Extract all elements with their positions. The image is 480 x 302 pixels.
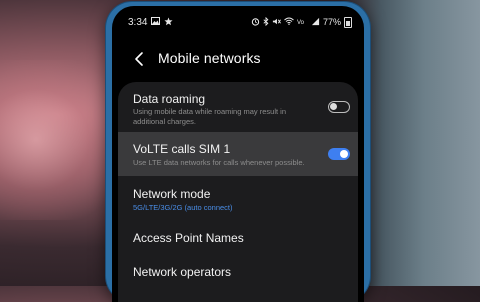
image-icon xyxy=(151,17,161,27)
toggle-knob xyxy=(340,150,348,158)
wifi-icon xyxy=(284,17,294,27)
background-blur-left xyxy=(0,60,120,220)
battery-percent: 77% xyxy=(322,17,341,27)
phone-side-button xyxy=(366,66,369,126)
data-roaming-description: Using mobile data while roaming may resu… xyxy=(133,107,286,126)
data-roaming-row[interactable]: Data roaming Using mobile data while roa… xyxy=(118,82,358,132)
volte-calls-label: VoLTE calls SIM 1 xyxy=(133,142,231,156)
app-header: Mobile networks xyxy=(112,44,364,74)
data-roaming-toggle[interactable] xyxy=(328,101,350,113)
data-roaming-label: Data roaming xyxy=(133,92,206,106)
signal-icon xyxy=(311,17,320,28)
network-mode-row[interactable]: Network mode 5G/LTE/3G/2G (auto connect) xyxy=(118,176,358,220)
status-time: 3:34 xyxy=(128,16,148,28)
battery-icon xyxy=(344,16,352,28)
phone-frame: 3:34 Vo 77% Mobile networks Data roaming… xyxy=(106,2,370,302)
alarm-icon xyxy=(251,17,260,28)
back-arrow-icon[interactable] xyxy=(132,50,148,68)
bluetooth-icon xyxy=(263,16,269,28)
star-icon xyxy=(164,16,174,28)
network-mode-label: Network mode xyxy=(133,187,211,201)
page-title: Mobile networks xyxy=(158,50,261,66)
settings-list: Data roaming Using mobile data while roa… xyxy=(118,82,358,302)
mute-icon xyxy=(272,17,281,28)
phone-screen: 3:34 Vo 77% Mobile networks Data roaming… xyxy=(112,6,364,302)
access-point-names-row[interactable]: Access Point Names xyxy=(118,220,358,254)
svg-text:Vo: Vo xyxy=(297,20,305,25)
network-operators-row[interactable]: Network operators xyxy=(118,254,358,288)
access-point-names-label: Access Point Names xyxy=(133,231,244,245)
status-bar: 3:34 Vo 77% xyxy=(112,14,364,30)
volte-icon: Vo xyxy=(297,17,308,27)
volte-calls-row[interactable]: VoLTE calls SIM 1 Use LTE data networks … xyxy=(118,132,358,176)
network-operators-label: Network operators xyxy=(133,265,232,279)
volte-calls-description: Use LTE data networks for calls whenever… xyxy=(133,158,305,167)
volte-calls-toggle[interactable] xyxy=(328,148,350,160)
toggle-knob xyxy=(330,103,337,110)
network-mode-value: 5G/LTE/3G/2G (auto connect) xyxy=(133,203,233,212)
